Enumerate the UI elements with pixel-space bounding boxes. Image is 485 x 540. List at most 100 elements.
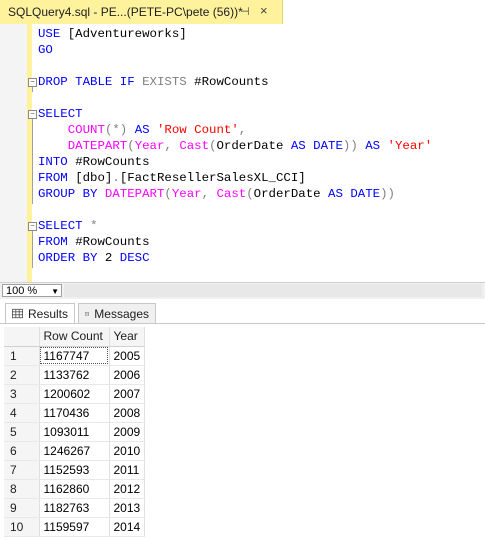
code-line[interactable] (38, 202, 432, 218)
table-row[interactable]: 3 1200602 2007 (4, 384, 146, 404)
close-icon[interactable]: × (260, 3, 268, 18)
year-cell[interactable]: 2006 (109, 365, 146, 385)
code-line[interactable]: DATEPART(Year, Cast(OrderDate AS DATE)) … (38, 138, 432, 154)
code-token: )) (342, 139, 366, 153)
code-token: DATEPART (67, 139, 128, 153)
row-count-cell[interactable]: 1246267 (39, 441, 110, 461)
code-line[interactable]: − SELECT * (28, 218, 432, 234)
row-count-cell[interactable]: 1093011 (39, 422, 110, 442)
results-tab-strip: Results Messages (0, 301, 485, 324)
code-token: * (90, 219, 98, 233)
collapse-icon[interactable]: − (28, 78, 37, 87)
row-count-cell[interactable]: 1167747 (39, 346, 110, 366)
tab-messages-label: Messages (94, 306, 149, 321)
row-number[interactable]: 4 (4, 403, 40, 423)
row-count-cell[interactable]: 1159597 (39, 517, 110, 537)
code-line[interactable] (38, 58, 432, 74)
row-count-cell[interactable]: 1200602 (39, 384, 110, 404)
collapse-icon[interactable]: − (28, 110, 37, 119)
code-line[interactable]: COUNT(*) AS 'Row Count', (38, 122, 432, 138)
code-token: EXISTS (142, 75, 187, 89)
year-cell[interactable]: 2007 (109, 384, 146, 404)
code-token: DATEPART (104, 187, 165, 201)
row-count-cell[interactable]: 1162860 (39, 479, 110, 499)
code-line[interactable]: − DROP TABLE IF EXISTS #RowCounts (28, 74, 432, 90)
row-number[interactable]: 3 (4, 384, 40, 404)
code-token: . (112, 171, 120, 185)
code-line[interactable]: FROM #RowCounts (38, 234, 432, 250)
query-editor[interactable]: USE [Adventureworks] GO − DROP TABLE IF EXI… (0, 24, 485, 282)
collapse-icon[interactable]: − (28, 222, 37, 231)
query-tab[interactable]: SQLQuery4.sql - PE...(PETE-PC\pete (56))… (0, 0, 283, 24)
year-cell[interactable]: 2011 (109, 460, 146, 480)
sql-code[interactable]: USE [Adventureworks] GO − DROP TABLE IF EXI… (28, 26, 432, 266)
year-cell[interactable]: 2012 (109, 479, 146, 499)
table-row[interactable]: 8 1162860 2012 (4, 479, 146, 499)
fold-line (32, 228, 33, 268)
year-cell[interactable]: 2014 (109, 517, 146, 537)
code-token: FROM (38, 171, 76, 185)
code-line[interactable]: GROUP BY DATEPART(Year, Cast(OrderDate A… (38, 186, 432, 202)
tab-results-label: Results (27, 306, 68, 321)
row-number[interactable]: 5 (4, 422, 40, 442)
table-row[interactable]: 9 1182763 2013 (4, 498, 146, 518)
row-number[interactable]: 1 (4, 346, 40, 366)
row-count-cell[interactable]: 1152593 (39, 460, 110, 480)
table-row[interactable]: 1 1167747 2005 (4, 346, 146, 366)
zoom-select[interactable]: 100 % ▼ (2, 284, 62, 297)
fold-line (32, 116, 33, 204)
column-header-row-count[interactable]: Row Count (39, 327, 110, 347)
tab-messages[interactable]: Messages (78, 303, 156, 323)
year-cell[interactable]: 2010 (109, 441, 146, 461)
row-number[interactable]: 7 (4, 460, 40, 480)
zoom-value: 100 % (6, 285, 38, 297)
table-row[interactable]: 6 1246267 2010 (4, 441, 146, 461)
code-token: , (201, 187, 217, 201)
code-token: SELECT (38, 107, 83, 121)
code-token: ( (246, 187, 254, 201)
code-line[interactable]: − SELECT (28, 106, 432, 122)
row-number[interactable]: 8 (4, 479, 40, 499)
code-line[interactable]: ORDER BY 2 DESC (38, 250, 432, 266)
code-token: ( (127, 139, 135, 153)
row-number-header (4, 327, 40, 347)
horizontal-scrollbar[interactable] (64, 284, 482, 297)
pin-icon[interactable]: ⊣ (240, 5, 250, 18)
column-header-year[interactable]: Year (109, 327, 146, 347)
code-token: #RowCounts (186, 75, 269, 89)
code-token: Cast (216, 187, 247, 201)
code-token: ( (209, 139, 217, 153)
code-token: ( (164, 187, 172, 201)
year-cell[interactable]: 2013 (109, 498, 146, 518)
year-cell[interactable]: 2005 (109, 346, 146, 366)
row-count-cell[interactable]: 1182763 (39, 498, 110, 518)
year-cell[interactable]: 2008 (109, 403, 146, 423)
year-cell[interactable]: 2009 (109, 422, 146, 442)
table-row[interactable]: 5 1093011 2009 (4, 422, 146, 442)
table-row[interactable]: 7 1152593 2011 (4, 460, 146, 480)
code-line[interactable]: USE [Adventureworks] (38, 26, 432, 42)
code-line[interactable]: FROM [dbo].[FactResellerSalesXL_CCI] (38, 170, 432, 186)
code-token: Year (171, 187, 202, 201)
table-row[interactable]: 4 1170436 2008 (4, 403, 146, 423)
code-token: AS DATE (328, 187, 381, 201)
document-tab-bar: SQLQuery4.sql - PE...(PETE-PC\pete (56))… (0, 0, 485, 25)
row-count-cell[interactable]: 1170436 (39, 403, 110, 423)
table-row[interactable]: 10 1159597 2014 (4, 517, 146, 537)
code-line[interactable]: INTO #RowCounts (38, 154, 432, 170)
code-line[interactable] (38, 90, 432, 106)
row-number[interactable]: 9 (4, 498, 40, 518)
code-token: , (164, 139, 180, 153)
table-row[interactable]: 2 1133762 2006 (4, 365, 146, 385)
row-number[interactable]: 10 (4, 517, 40, 537)
results-grid[interactable]: Row Count Year 1 1167747 2005 2 1133762 2006 3… (4, 327, 146, 537)
row-number[interactable]: 2 (4, 365, 40, 385)
grid-header-row: Row Count Year (4, 327, 146, 347)
code-token: [dbo] (75, 171, 113, 185)
row-number[interactable]: 6 (4, 441, 40, 461)
row-count-cell[interactable]: 1133762 (39, 365, 110, 385)
tab-results[interactable]: Results (5, 303, 75, 323)
code-line[interactable]: GO (38, 42, 432, 58)
code-token: FROM (38, 235, 76, 249)
